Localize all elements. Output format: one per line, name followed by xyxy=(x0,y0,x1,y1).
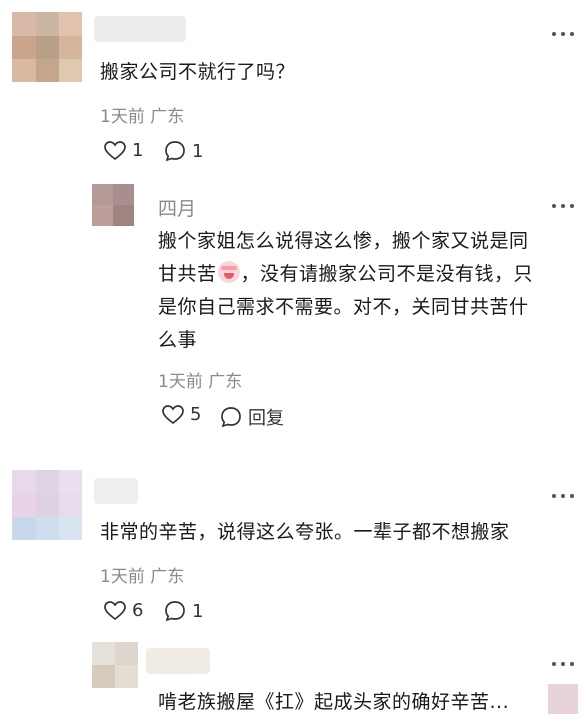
like-button[interactable]: 6 xyxy=(104,600,143,621)
like-count: 1 xyxy=(132,140,144,161)
heart-icon xyxy=(104,600,126,620)
comment-meta: 1天前 广东 xyxy=(158,372,243,392)
comment-text: 非常的辛苦，说得这么夸张。一辈子都不想搬家 xyxy=(100,521,510,543)
comment-line: 甘共苦 ，没有请搬家公司不是没有钱，只 xyxy=(158,261,534,285)
avatar[interactable] xyxy=(92,184,134,226)
reply-label: 回复 xyxy=(248,408,284,429)
comment-text: 搬个家姐怎么说得这么惨，搬个家又说是同 甘共苦 ，没有请搬家公司不是没有钱，只 是… xyxy=(158,225,578,357)
avatar[interactable] xyxy=(92,642,138,688)
comment-icon xyxy=(165,141,185,162)
like-button[interactable]: 1 xyxy=(104,140,143,161)
comment-line: 是你自己需求不需要。对不，关同甘共苦什 xyxy=(158,296,529,318)
comment-icon xyxy=(165,601,185,622)
more-options-icon[interactable] xyxy=(552,30,578,38)
reply-button[interactable]: 1 xyxy=(164,140,203,162)
username-blurred xyxy=(146,648,210,674)
avatar xyxy=(548,684,578,714)
like-count: 5 xyxy=(190,404,202,425)
like-count: 6 xyxy=(132,600,144,621)
reply-button[interactable]: 1 xyxy=(164,600,203,622)
crying-laughing-emoji-icon xyxy=(217,261,240,283)
more-options-icon[interactable] xyxy=(552,492,578,500)
reply-button[interactable]: 回复 xyxy=(220,404,284,430)
username-blurred xyxy=(94,16,186,42)
more-options-icon[interactable] xyxy=(552,202,578,210)
comment-line: 搬个家姐怎么说得这么惨，搬个家又说是同 xyxy=(158,230,529,252)
comment-meta: 1天前 广东 xyxy=(100,567,185,587)
username[interactable]: 四月 xyxy=(158,194,196,221)
comment-icon xyxy=(221,407,241,428)
more-options-icon[interactable] xyxy=(552,660,578,668)
comment-text: 搬家公司不就行了吗？ xyxy=(100,61,296,83)
reply-count: 1 xyxy=(192,600,204,622)
avatar[interactable] xyxy=(12,12,82,82)
heart-icon xyxy=(104,140,126,160)
like-button[interactable]: 5 xyxy=(162,404,201,425)
comment-line: 么事 xyxy=(158,329,198,351)
avatar[interactable] xyxy=(12,470,82,540)
reply-count: 1 xyxy=(192,140,204,162)
username-blurred xyxy=(94,478,138,504)
comment-text: 啃老族搬屋《扛》起成头家的确好辛苦... xyxy=(158,691,510,713)
comment-meta: 1天前 广东 xyxy=(100,107,185,127)
heart-icon xyxy=(162,404,184,424)
